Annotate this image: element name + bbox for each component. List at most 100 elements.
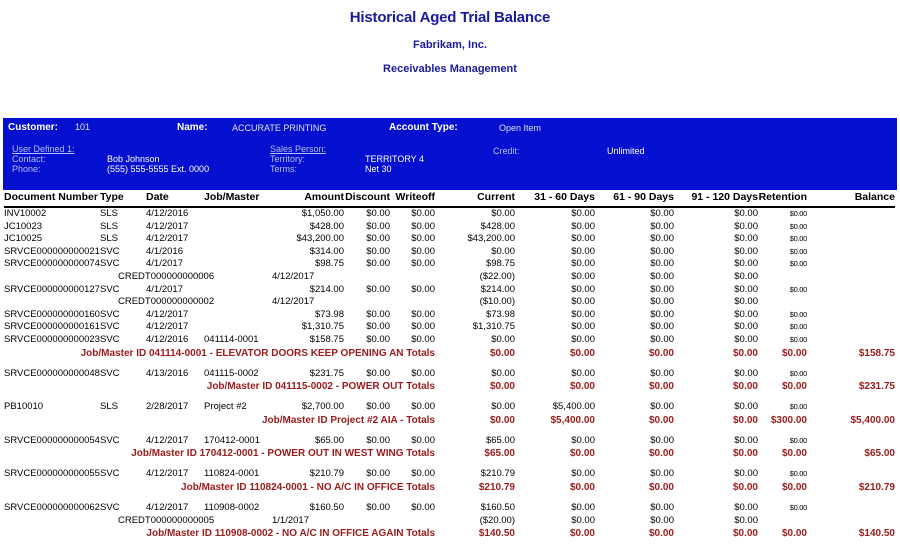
cell-discount: $0.00 [344, 401, 390, 414]
cell-retention: $0.00 [758, 368, 807, 381]
cell-job-master: 110908-0002 [204, 502, 272, 515]
totals-91-120-days: $0.00 [674, 481, 758, 494]
job-master-totals-row: Job/Master ID 041115-0002 - POWER OUT To… [4, 380, 895, 393]
cell-balance [807, 258, 895, 271]
account-type-value: Open Item [499, 123, 541, 133]
cell-date: 4/12/2017 [146, 309, 204, 322]
cell-document-number: SRVCE000000000054 [4, 435, 100, 448]
totals-current: $140.50 [435, 527, 515, 540]
totals-retention: $300.00 [758, 414, 807, 427]
cell-current: $0.00 [435, 246, 515, 259]
totals-label: Job/Master ID 041114-0001 - ELEVATOR DOO… [4, 347, 435, 360]
cell-amount: $210.79 [272, 468, 344, 481]
cell-91-120-days: $0.00 [674, 368, 758, 381]
cell-discount [344, 515, 390, 528]
cell-type: SVC [100, 309, 146, 322]
cell-document-number: SRVCE000000000055 [4, 468, 100, 481]
cell-date: 4/1/2017 [146, 258, 204, 271]
cell-balance [807, 334, 895, 347]
document-row: SRVCE000000000021SVC4/1/2016$314.00$0.00… [4, 246, 895, 259]
account-type-label: Account Type: [389, 122, 458, 133]
cell-document-number: JC10023 [4, 221, 100, 234]
customer-header-band: Customer: 101 Name: ACCURATE PRINTING Ac… [3, 118, 897, 190]
cell-31-60-days: $0.00 [515, 207, 595, 221]
cell-61-90-days: $0.00 [595, 309, 674, 322]
totals-91-120-days: $0.00 [674, 347, 758, 360]
table-header-row: Document NumberTypeDateJob/MasterAmountD… [4, 191, 895, 207]
cell-date: 4/13/2016 [146, 368, 204, 381]
cell-balance [807, 221, 895, 234]
cell-balance [807, 515, 895, 528]
cell-current: $98.75 [435, 258, 515, 271]
cell-writeoff: $0.00 [390, 284, 435, 297]
col-header-balance: Balance [807, 191, 895, 207]
cell-amount: $214.00 [272, 284, 344, 297]
cell-current: $214.00 [435, 284, 515, 297]
cell-writeoff: $0.00 [390, 309, 435, 322]
totals-31-60-days: $5,400.00 [515, 414, 595, 427]
job-master-totals-row: Job/Master ID 170412-0001 - POWER OUT IN… [4, 447, 895, 460]
job-master-totals-row: Job/Master ID 110824-0001 - NO A/C IN OF… [4, 481, 895, 494]
totals-label: Job/Master ID Project #2 AIA - Totals [4, 414, 435, 427]
cell-retention: $0.00 [758, 502, 807, 515]
cell-amount: $158.75 [272, 334, 344, 347]
phone-value: (555) 555-5555 Ext. 0000 [107, 164, 209, 174]
terms-label: Terms: [270, 164, 297, 174]
cell-amount: $65.00 [272, 435, 344, 448]
cell-credit-document: CREDT000000000005 [100, 515, 272, 528]
job-master-totals-row: Job/Master ID 041114-0001 - ELEVATOR DOO… [4, 347, 895, 360]
credit-value: Unlimited [607, 146, 645, 156]
cell-discount: $0.00 [344, 233, 390, 246]
cell-discount: $0.00 [344, 368, 390, 381]
cell-discount: $0.00 [344, 435, 390, 448]
user-defined-label: User Defined 1: [12, 144, 75, 154]
cell-retention: $0.00 [758, 246, 807, 259]
cell-91-120-days: $0.00 [674, 284, 758, 297]
totals-61-90-days: $0.00 [595, 527, 674, 540]
cell-date: 4/12/2016 [146, 207, 204, 221]
cell-date: 4/12/2017 [146, 468, 204, 481]
totals-current: $0.00 [435, 380, 515, 393]
cell-date: 4/12/2017 [146, 233, 204, 246]
col-header-31-60-days: 31 - 60 Days [515, 191, 595, 207]
cell-retention: $0.00 [758, 468, 807, 481]
totals-31-60-days: $0.00 [515, 527, 595, 540]
document-row: JC10025SLS4/12/2017$43,200.00$0.00$0.00$… [4, 233, 895, 246]
cell-91-120-days: $0.00 [674, 435, 758, 448]
terms-value: Net 30 [365, 164, 392, 174]
cell-current: ($10.00) [435, 296, 515, 309]
cell-amount: $98.75 [272, 258, 344, 271]
cell-type: SLS [100, 221, 146, 234]
cell-type: SVC [100, 258, 146, 271]
cell-type: SVC [100, 502, 146, 515]
cell-job-master [204, 258, 272, 271]
cell-current: $65.00 [435, 435, 515, 448]
cell-31-60-days: $0.00 [515, 258, 595, 271]
company-name: Fabrikam, Inc. [0, 39, 900, 51]
col-header-discount: Discount [344, 191, 390, 207]
sales-person-label: Sales Person: [270, 144, 326, 154]
aged-trial-balance-table: Document NumberTypeDateJob/MasterAmountD… [4, 191, 896, 540]
cell-current: ($20.00) [435, 515, 515, 528]
cell-amount: $1,310.75 [272, 321, 344, 334]
cell-balance [807, 435, 895, 448]
cell-job-master [204, 246, 272, 259]
credit-apply-row: CREDT0000000000064/12/2017($22.00)$0.00$… [4, 271, 895, 284]
totals-current: $210.79 [435, 481, 515, 494]
document-row: SRVCE000000000062SVC4/12/2017110908-0002… [4, 502, 895, 515]
cell-document-number [4, 515, 100, 528]
cell-document-number: SRVCE000000000021 [4, 246, 100, 259]
cell-job-master [204, 221, 272, 234]
cell-61-90-days: $0.00 [595, 502, 674, 515]
cell-job-master: 170412-0001 [204, 435, 272, 448]
totals-label: Job/Master ID 110824-0001 - NO A/C IN OF… [4, 481, 435, 494]
cell-discount: $0.00 [344, 502, 390, 515]
document-row: SRVCE000000000023SVC4/12/2016041114-0001… [4, 334, 895, 347]
cell-current: $0.00 [435, 207, 515, 221]
cell-document-number: SRVCE000000000048 [4, 368, 100, 381]
totals-retention: $0.00 [758, 447, 807, 460]
cell-writeoff [390, 296, 435, 309]
cell-retention: $0.00 [758, 207, 807, 221]
page-title: Historical Aged Trial Balance [0, 9, 900, 26]
cell-discount: $0.00 [344, 258, 390, 271]
